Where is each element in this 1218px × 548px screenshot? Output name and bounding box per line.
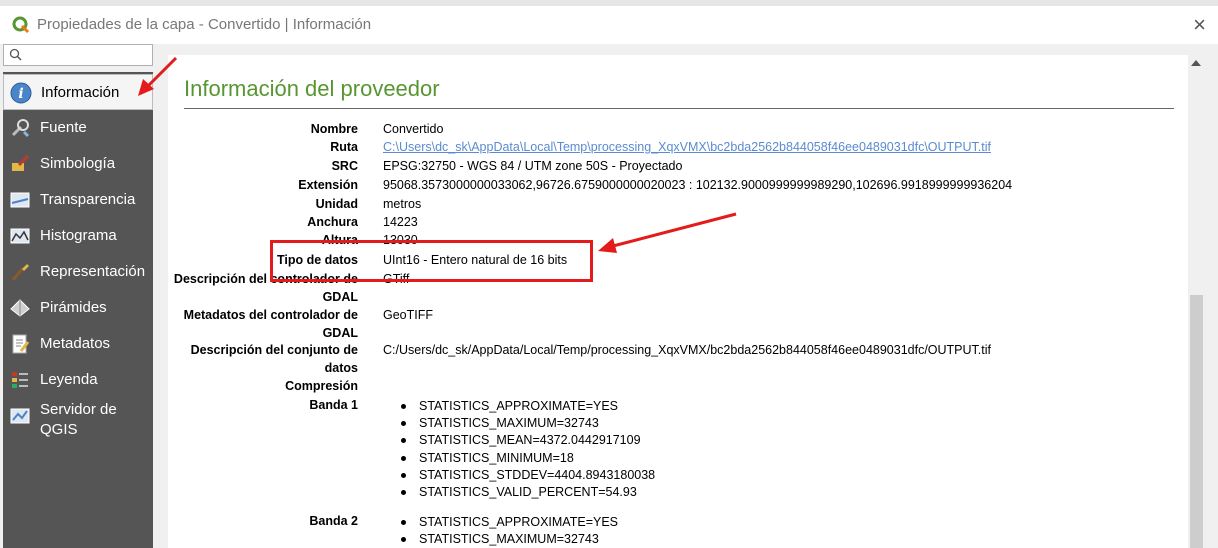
sidebar-item-label: Metadatos [40, 335, 111, 352]
annotation-highlight-box [270, 240, 593, 282]
sidebar-item-label: Histograma [40, 227, 117, 244]
metadata-icon [12, 334, 30, 354]
window-title: Propiedades de la capa - Convertido | In… [37, 16, 372, 33]
sidebar-item-representacion[interactable]: Representación [3, 254, 153, 290]
field-value: GeoTIFF [383, 308, 434, 322]
sidebar-item-transparencia[interactable]: Transparencia [3, 182, 153, 218]
sidebar-item-label: Representación [40, 263, 146, 280]
field-label: Ruta [330, 140, 358, 154]
rendering-icon [11, 264, 29, 281]
server-icon [10, 408, 30, 424]
field-label: Descripción del conjunto de datos [190, 343, 358, 375]
svg-text:i: i [18, 86, 23, 102]
sidebar-item-servidor-qgis[interactable]: Servidor de QGIS [3, 398, 153, 446]
sidebar-item-label: Información [41, 84, 120, 101]
sidebar-item-simbologia[interactable]: Simbología [3, 146, 153, 182]
band-2-stats-list: STATISTICS_APPROXIMATE=YES STATISTICS_MA… [383, 514, 618, 548]
transparency-icon [10, 192, 30, 208]
symbology-icon [12, 154, 30, 171]
search-icon [9, 48, 22, 61]
field-label: Metadatos del controlador de GDAL [183, 308, 358, 340]
field-value: EPSG:32750 - WGS 84 / UTM zone 50S - Pro… [383, 159, 683, 173]
source-icon [11, 119, 30, 138]
path-link[interactable]: C:\Users\dc_sk\AppData\Local\Temp\proces… [383, 139, 991, 157]
list-item: STATISTICS_VALID_PERCENT=54.93 [383, 484, 655, 501]
list-item: STATISTICS_MINIMUM=18 [383, 450, 655, 467]
info-panel: Información del proveedor Nombre Convert… [168, 55, 1188, 548]
scroll-up-arrow-icon[interactable] [1191, 60, 1201, 66]
section-title: Información del proveedor [184, 76, 440, 101]
sidebar-item-label: Leyenda [40, 371, 98, 388]
pyramids-icon [10, 299, 30, 317]
list-item: STATISTICS_STDDEV=4404.8943180038 [383, 467, 655, 484]
sidebar-item-histograma[interactable]: Histograma [3, 218, 153, 254]
field-label: Unidad [315, 197, 358, 211]
field-value: 95068.3573000000033062,96726.67590000000… [383, 178, 1013, 192]
vertical-scrollbar[interactable] [1188, 55, 1205, 548]
field-label: Anchura [307, 215, 358, 229]
close-button[interactable]: × [1193, 12, 1206, 38]
band-1-stats-list: STATISTICS_APPROXIMATE=YES STATISTICS_MA… [383, 398, 655, 501]
list-item: STATISTICS_MAXIMUM=32743 [383, 415, 655, 432]
legend-icon [12, 372, 28, 388]
field-value: Convertido [383, 122, 444, 136]
sidebar-item-fuente[interactable]: Fuente [3, 110, 153, 146]
sidebar-item-label: Transparencia [40, 191, 136, 208]
histogram-icon [10, 228, 30, 244]
list-item: STATISTICS_MEAN=4372.0442917109 [383, 432, 655, 449]
field-label: Extensión [298, 178, 358, 192]
scrollbar-thumb[interactable] [1190, 295, 1203, 548]
list-item: STATISTICS_APPROXIMATE=YES [383, 398, 655, 415]
sidebar-item-label: Pirámides [40, 299, 107, 316]
sidebar-item-metadatos[interactable]: Metadatos [3, 326, 153, 362]
search-input[interactable] [3, 44, 153, 66]
field-value: 14223 [383, 215, 418, 229]
sidebar-item-label: Fuente [40, 119, 87, 136]
sidebar-item-piramides[interactable]: Pirámides [3, 290, 153, 326]
title-bar: Propiedades de la capa - Convertido | In… [0, 6, 1218, 44]
field-value: C:/Users/dc_sk/AppData/Local/Temp/proces… [383, 343, 991, 357]
band-label: Banda 2 [309, 514, 358, 528]
list-item: STATISTICS_MAXIMUM=32743 [383, 531, 618, 548]
qgis-logo-icon [12, 16, 30, 34]
field-label: Compresión [285, 379, 358, 393]
sidebar-item-label: Simbología [40, 155, 116, 172]
sidebar-item-leyenda[interactable]: Leyenda [3, 362, 153, 398]
field-label: SRC [331, 159, 358, 173]
field-label: Nombre [310, 122, 358, 136]
list-item: STATISTICS_APPROXIMATE=YES [383, 514, 618, 531]
sidebar: i Información Fuente Simbología Transpar… [3, 72, 153, 548]
sidebar-item-informacion[interactable]: i Información [3, 74, 153, 110]
sidebar-item-label: Servidor de QGIS [40, 401, 117, 438]
section-divider [184, 108, 1174, 109]
field-value: metros [383, 197, 422, 211]
info-icon: i [10, 82, 32, 104]
band-label: Banda 1 [309, 398, 358, 412]
